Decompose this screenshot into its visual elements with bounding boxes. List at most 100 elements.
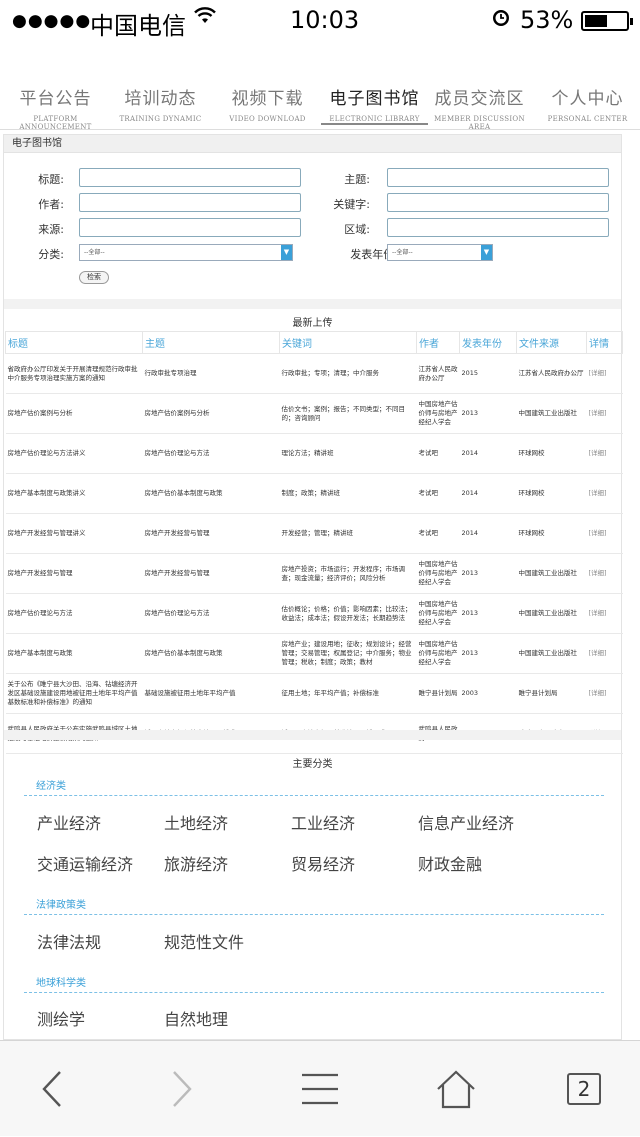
category-item[interactable]: 旅游经济 xyxy=(164,851,228,875)
search-button[interactable]: 检索 xyxy=(79,271,109,284)
dashed-divider xyxy=(24,795,604,796)
row-year: 2003 xyxy=(459,673,517,714)
latest-uploads-title: 最新上传 xyxy=(292,318,333,329)
row-source: 中国建筑工业出版社 xyxy=(516,553,587,594)
tab-sublabel: ELECTRONIC LIBRARY xyxy=(329,115,420,123)
row-keywords: 估价概论；价格；价值；影响因素；比较法；收益法；成本法；假设开发法；长期趋势法 xyxy=(279,593,417,634)
chevron-right-icon xyxy=(173,1071,192,1107)
row-detail-link[interactable]: [详细] xyxy=(586,633,623,674)
category-item[interactable]: 土地经济 xyxy=(164,810,228,834)
table-header-row: 标题 主题 关键词 作者 发表年份 文件来源 详情 xyxy=(5,331,623,354)
table-row: 房地产估价理论与方法 房地产估价理论与方法 估价概论；价格；价值；影响因素；比较… xyxy=(5,593,623,634)
row-detail-link[interactable]: [详细] xyxy=(586,433,623,474)
category-item[interactable]: 财政金融 xyxy=(418,851,482,875)
battery-percent: 53% xyxy=(520,6,574,34)
row-keywords: 开发经营；管理；精讲班 xyxy=(279,513,417,554)
forward-button[interactable] xyxy=(150,1041,214,1137)
row-keywords: 征用土地；年平均产值；补偿标准 xyxy=(279,673,417,714)
row-year: 2013 xyxy=(459,393,517,434)
tab-training-dynamic[interactable]: 培训动态 TRAINING DYNAMIC xyxy=(107,86,214,123)
tab-sublabel: PLATFORM ANNOUNCEMENT xyxy=(19,115,92,131)
row-source: 中国建筑工业出版社 xyxy=(516,633,587,674)
row-detail-link[interactable]: [详细] xyxy=(586,473,623,514)
column-header-keywords[interactable]: 关键词 xyxy=(279,331,417,354)
tab-sublabel: VIDEO DOWNLOAD xyxy=(229,115,306,123)
search-form: 标题: 主题: 作者: 关键字: 来源: 区域: 分类: --全部-- ▼ 发表… xyxy=(4,153,621,313)
row-year: 2014 xyxy=(459,433,517,474)
column-header-year[interactable]: 发表年份 xyxy=(459,331,517,354)
source-input[interactable] xyxy=(79,218,301,237)
back-button[interactable] xyxy=(20,1041,84,1137)
row-title[interactable]: 房地产估价理论与方法讲义 xyxy=(5,433,143,474)
column-header-detail[interactable]: 详情 xyxy=(586,331,623,354)
row-title[interactable]: 房地产估价案例与分析 xyxy=(5,393,143,434)
keyword-input[interactable] xyxy=(387,193,609,212)
row-subject: 房地产估价基本制度与政策 xyxy=(142,473,280,514)
title-label: 标题: xyxy=(38,173,64,186)
row-keywords: 估价文书；案例；报告；不同类型；不同目的；咨询顾问 xyxy=(279,393,417,434)
row-title[interactable]: 房地产开发经营与管理 xyxy=(5,553,143,594)
dashed-divider xyxy=(24,992,604,993)
category-item[interactable]: 工业经济 xyxy=(291,810,355,834)
tab-member-discussion[interactable]: 成员交流区 MEMBER DISCUSSION AREA xyxy=(426,86,533,131)
wifi-icon xyxy=(194,6,216,31)
row-title[interactable]: 房地产基本制度与政策 xyxy=(5,633,143,674)
home-button[interactable] xyxy=(424,1041,488,1137)
column-header-author[interactable]: 作者 xyxy=(416,331,460,354)
category-item[interactable]: 交通运输经济 xyxy=(37,851,133,875)
tab-video-download[interactable]: 视频下载 VIDEO DOWNLOAD xyxy=(214,86,321,123)
row-detail-link[interactable]: [详细] xyxy=(586,673,623,714)
tab-sublabel: PERSONAL CENTER xyxy=(547,115,628,123)
menu-button[interactable] xyxy=(288,1041,352,1137)
row-subject: 房地产估价案例与分析 xyxy=(142,393,280,434)
row-subject: 行政审批专项治理 xyxy=(142,353,280,394)
row-detail-link[interactable]: [详细] xyxy=(586,553,623,594)
tab-label: 个人中心 xyxy=(551,89,624,109)
category-group-law-policy[interactable]: 法律政策类 xyxy=(36,896,86,911)
category-group-economics[interactable]: 经济类 xyxy=(36,777,66,792)
tab-label: 视频下载 xyxy=(231,89,304,109)
row-title[interactable]: 关于公布《睢宁县大沙田、沿海、钻塘经济开发区基础设施建设用地被征用土地年平均产值… xyxy=(5,673,143,714)
tabs-button[interactable]: 2 xyxy=(552,1041,616,1137)
table-row: 房地产估价理论与方法讲义 房地产估价理论与方法 理论方法；精讲班 考试吧 201… xyxy=(5,433,623,474)
category-item[interactable]: 规范性文件 xyxy=(164,929,244,953)
tab-platform-announcement[interactable]: 平台公告 PLATFORM ANNOUNCEMENT xyxy=(2,86,109,131)
year-label: 发表年份: xyxy=(350,248,398,261)
category-item[interactable]: 测绘学 xyxy=(37,1006,85,1030)
row-title[interactable]: 房地产开发经营与管理讲义 xyxy=(5,513,143,554)
tab-electronic-library[interactable]: 电子图书馆 ELECTRONIC LIBRARY xyxy=(321,86,428,125)
table-row: 房地产估价案例与分析 房地产估价案例与分析 估价文书；案例；报告；不同类型；不同… xyxy=(5,393,623,434)
row-title[interactable]: 房地产基本制度与政策讲义 xyxy=(5,473,143,514)
author-input[interactable] xyxy=(79,193,301,212)
category-item[interactable]: 法律法规 xyxy=(37,929,101,953)
column-header-title[interactable]: 标题 xyxy=(5,331,143,354)
row-title[interactable]: 房地产估价理论与方法 xyxy=(5,593,143,634)
tab-label: 培训动态 xyxy=(124,89,197,109)
row-detail-link[interactable]: [详细] xyxy=(586,353,623,394)
table-row: 省政府办公厅印发关于开展清理规范行政审批中介服务专项治理实施方案的通知 行政审批… xyxy=(5,353,623,394)
main-categories-title: 主要分类 xyxy=(292,759,333,770)
category-select[interactable]: --全部-- ▼ xyxy=(79,244,293,261)
category-item[interactable]: 自然地理 xyxy=(164,1006,228,1030)
divider xyxy=(4,299,621,309)
row-detail-link[interactable]: [详细] xyxy=(586,393,623,434)
category-group-earth-science[interactable]: 地球科学类 xyxy=(36,974,86,989)
table-row: 房地产基本制度与政策 房地产估价基本制度与政策 房地产业；建设用地；征收；规划设… xyxy=(5,633,623,674)
row-year: 2013 xyxy=(459,593,517,634)
region-input[interactable] xyxy=(387,218,609,237)
year-select[interactable]: --全部-- ▼ xyxy=(387,244,493,261)
row-detail-link[interactable]: [详细] xyxy=(586,513,623,554)
tab-count: 2 xyxy=(577,1077,591,1101)
column-header-source[interactable]: 文件来源 xyxy=(516,331,587,354)
tab-personal-center[interactable]: 个人中心 PERSONAL CENTER xyxy=(534,86,640,123)
panel-title: 电子图书馆 xyxy=(4,135,621,153)
column-header-subject[interactable]: 主题 xyxy=(142,331,280,354)
row-detail-link[interactable]: [详细] xyxy=(586,593,623,634)
title-input[interactable] xyxy=(79,168,301,187)
category-item[interactable]: 信息产业经济 xyxy=(418,810,514,834)
category-item[interactable]: 产业经济 xyxy=(37,810,101,834)
row-title[interactable]: 省政府办公厅印发关于开展清理规范行政审批中介服务专项治理实施方案的通知 xyxy=(5,353,143,394)
subject-input[interactable] xyxy=(387,168,609,187)
category-item[interactable]: 贸易经济 xyxy=(291,851,355,875)
row-subject: 房地产估价理论与方法 xyxy=(142,433,280,474)
